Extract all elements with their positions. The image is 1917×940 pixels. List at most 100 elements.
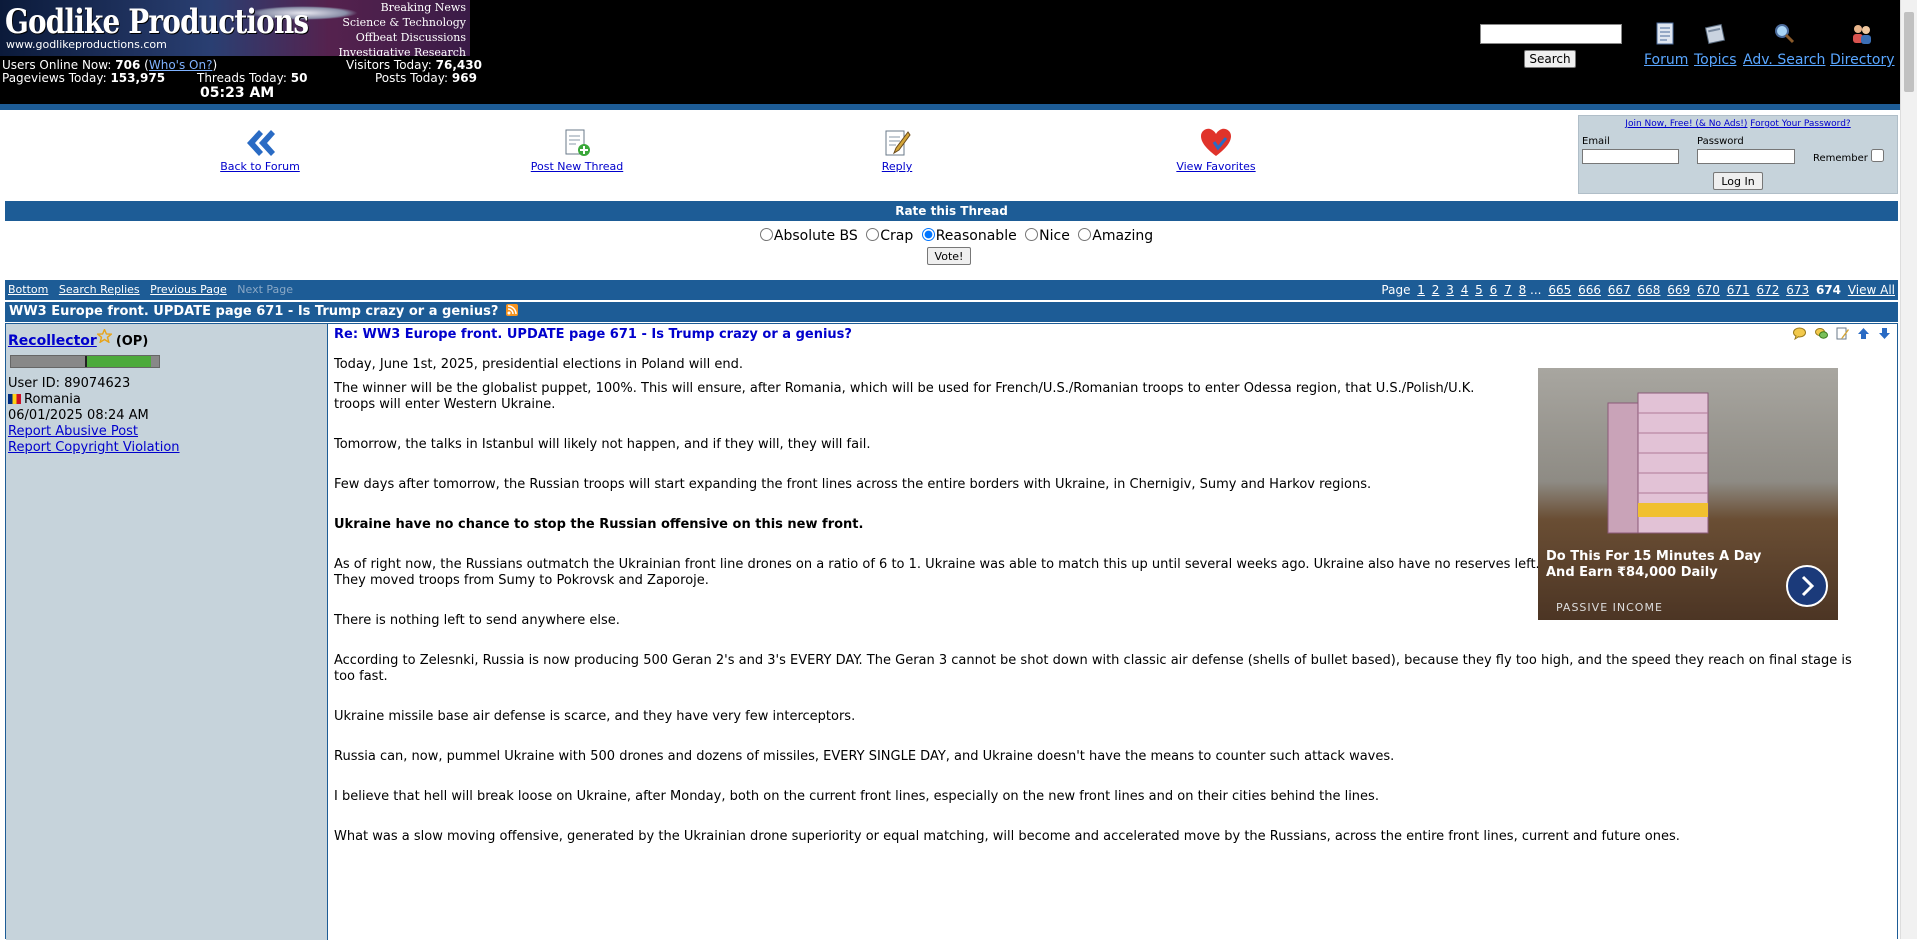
reputation-bar xyxy=(10,355,160,368)
rate-option-nice[interactable]: Nice xyxy=(1025,228,1070,244)
page-link[interactable]: 7 xyxy=(1504,283,1512,297)
search-button[interactable]: Search xyxy=(1524,50,1576,68)
bottom-link[interactable]: Bottom xyxy=(8,283,48,296)
page-link[interactable]: 669 xyxy=(1667,283,1690,297)
tagline: Investigative Research xyxy=(338,46,466,56)
search-replies-link[interactable]: Search Replies xyxy=(59,283,140,296)
header-divider xyxy=(0,104,1917,110)
page-link[interactable]: 6 xyxy=(1490,283,1498,297)
password-label: Password xyxy=(1697,136,1744,147)
quote-icon[interactable] xyxy=(1793,327,1807,341)
tagline: Offbeat Discussions xyxy=(355,31,466,44)
report-copyright-link[interactable]: Report Copyright Violation xyxy=(8,440,180,455)
nav-adv-search-label[interactable]: Adv. Search xyxy=(1743,52,1825,68)
whos-on-link[interactable]: Who's On? xyxy=(149,58,213,72)
next-page-disabled: Next Page xyxy=(237,283,294,296)
page-link[interactable]: 672 xyxy=(1756,283,1779,297)
nav-directory-label[interactable]: Directory xyxy=(1830,52,1895,68)
rate-option-reasonable[interactable]: Reasonable xyxy=(921,228,1017,244)
page-link[interactable]: 1 xyxy=(1417,283,1425,297)
site-logo[interactable]: Godlike Productions www.godlikeproductio… xyxy=(0,0,470,56)
page-link[interactable]: 665 xyxy=(1548,283,1571,297)
go-up-icon[interactable] xyxy=(1857,327,1870,340)
vote-button[interactable]: Vote! xyxy=(927,247,971,265)
back-to-forum-link[interactable]: Back to Forum xyxy=(210,160,310,173)
page-link[interactable]: 670 xyxy=(1697,283,1720,297)
search-input[interactable] xyxy=(1480,24,1622,44)
email-field[interactable] xyxy=(1582,149,1679,164)
page-link[interactable]: 671 xyxy=(1727,283,1750,297)
rate-thread-header: Rate this Thread xyxy=(5,201,1898,221)
multi-quote-icon[interactable] xyxy=(1814,327,1828,340)
back-to-forum-action[interactable]: Back to Forum xyxy=(210,128,310,173)
author-name[interactable]: Recollector xyxy=(8,333,97,349)
romania-flag-icon xyxy=(8,394,21,404)
ad-caption[interactable]: Do This For 15 Minutes A Day And Earn ₹8… xyxy=(1546,549,1776,581)
post-paragraph: I believe that hell will break loose on … xyxy=(334,789,1379,804)
page-link[interactable]: 668 xyxy=(1638,283,1661,297)
money-stack-image xyxy=(1607,392,1709,534)
login-links: Join Now, Free! (& No Ads!) Forgot Your … xyxy=(1579,119,1897,129)
post-paragraph: As of right now, the Russians outmatch t… xyxy=(334,557,1540,588)
rate-radio[interactable] xyxy=(866,228,880,241)
threads-today-stat: Threads Today: 50 xyxy=(197,71,307,85)
advertisement[interactable]: Do This For 15 Minutes A Day And Earn ₹8… xyxy=(1538,368,1838,620)
login-button[interactable]: Log In xyxy=(1713,172,1763,190)
rate-radio[interactable] xyxy=(1078,228,1092,241)
ad-arrow-button[interactable] xyxy=(1786,565,1828,607)
rate-option-absolute-bs[interactable]: Absolute BS xyxy=(759,228,858,244)
page-link[interactable]: 4 xyxy=(1461,283,1469,297)
user-id: User ID: 89074623 xyxy=(8,376,131,391)
page-link[interactable]: 2 xyxy=(1432,283,1440,297)
page-link[interactable]: 5 xyxy=(1475,283,1483,297)
view-all-link[interactable]: View All xyxy=(1848,283,1895,297)
post-new-thread-action[interactable]: Post New Thread xyxy=(527,128,627,173)
scrollbar-thumb[interactable] xyxy=(1904,12,1914,92)
reply-link[interactable]: Reply xyxy=(872,160,922,173)
password-field[interactable] xyxy=(1697,149,1795,164)
nav-forum-label[interactable]: Forum xyxy=(1644,52,1688,68)
rss-icon[interactable] xyxy=(505,304,518,316)
reputation-fill xyxy=(87,356,151,367)
go-down-icon[interactable] xyxy=(1878,327,1891,340)
rate-option-label: Reasonable xyxy=(935,228,1017,244)
edit-icon[interactable] xyxy=(1836,327,1849,340)
page-link[interactable]: 3 xyxy=(1446,283,1454,297)
remember-checkbox[interactable] xyxy=(1871,149,1884,162)
reply-action[interactable]: Reply xyxy=(872,128,922,173)
chevron-right-icon xyxy=(1801,575,1815,597)
tagline: Science & Technology xyxy=(342,16,466,29)
page-link[interactable]: 8 xyxy=(1519,283,1527,297)
reply-pencil-icon xyxy=(885,130,911,156)
previous-page-link[interactable]: Previous Page xyxy=(150,283,227,296)
posts-today-label: Posts Today: xyxy=(375,71,449,85)
country-name: Romania xyxy=(24,392,81,407)
server-time: 05:23 AM xyxy=(200,85,275,101)
nav-forum[interactable]: Forum xyxy=(1644,22,1688,68)
post-new-thread-link[interactable]: Post New Thread xyxy=(527,160,627,173)
view-favorites-link[interactable]: View Favorites xyxy=(1166,160,1266,173)
page-link[interactable]: 667 xyxy=(1608,283,1631,297)
users-online-value: 706 xyxy=(115,58,141,72)
rate-radio[interactable] xyxy=(921,228,935,241)
rate-radio[interactable] xyxy=(759,228,773,241)
rate-radio[interactable] xyxy=(1025,228,1039,241)
nav-directory[interactable]: Directory xyxy=(1830,22,1895,68)
forgot-password-link[interactable]: Forgot Your Password? xyxy=(1750,119,1850,129)
view-favorites-action[interactable]: View Favorites xyxy=(1166,128,1266,173)
nav-adv-search[interactable]: Adv. Search xyxy=(1743,22,1825,68)
nav-topics[interactable]: Topics xyxy=(1694,22,1737,68)
page-link[interactable]: 673 xyxy=(1786,283,1809,297)
magnifier-icon xyxy=(1775,24,1795,44)
rate-option-crap[interactable]: Crap xyxy=(866,228,913,244)
page-link[interactable]: 666 xyxy=(1578,283,1601,297)
threads-today-value: 50 xyxy=(290,71,308,85)
current-page: 674 xyxy=(1815,283,1841,297)
page-scrollbar[interactable] xyxy=(1900,0,1917,939)
nav-topics-label[interactable]: Topics xyxy=(1694,52,1737,68)
report-abusive-link[interactable]: Report Abusive Post xyxy=(8,424,138,439)
author-panel: Recollector (OP) User ID: 89074623 Romani… xyxy=(6,324,328,940)
rate-option-amazing[interactable]: Amazing xyxy=(1078,228,1153,244)
arrow-up-glyph xyxy=(1857,328,1869,339)
join-now-link[interactable]: Join Now, Free! (& No Ads!) xyxy=(1625,119,1747,129)
